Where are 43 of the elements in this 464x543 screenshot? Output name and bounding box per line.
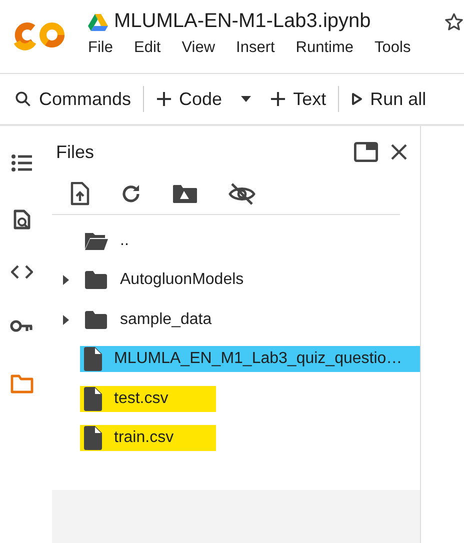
menu-item[interactable]: View	[182, 37, 216, 59]
drive-folder-icon[interactable]	[172, 184, 198, 204]
key-icon[interactable]	[10, 319, 34, 333]
expand-arrow-icon[interactable]	[62, 274, 70, 286]
menu-item[interactable]: Edit	[134, 37, 161, 59]
plus-icon	[270, 91, 286, 107]
menu-item[interactable]: Tools	[374, 37, 411, 59]
star-icon[interactable]	[444, 12, 464, 32]
toolbar-button[interactable]: Run all	[349, 84, 428, 114]
hidden-eye-icon[interactable]	[228, 182, 256, 206]
upload-file-icon[interactable]	[70, 182, 90, 206]
search-icon	[14, 90, 32, 108]
file-name[interactable]: test.csv	[114, 390, 168, 408]
close-icon[interactable]	[390, 143, 408, 161]
window-icon[interactable]	[354, 142, 378, 162]
folder-icon	[84, 270, 108, 290]
menu-item[interactable]: Runtime	[296, 37, 354, 59]
plus-icon	[156, 91, 172, 107]
toolbar-button[interactable]: Code	[154, 84, 224, 114]
panel-title: Files	[56, 142, 94, 162]
folder-name[interactable]: sample_data	[120, 310, 212, 329]
file-name[interactable]: MLUMLA_EN_M1_Lab3_quiz_questio…	[114, 350, 402, 368]
code-icon[interactable]	[11, 264, 33, 280]
folder-name[interactable]: AutogluonModels	[120, 271, 244, 290]
file-icon	[84, 347, 102, 372]
folder-icon	[84, 310, 108, 330]
open-folder-icon	[84, 230, 108, 251]
menu-item[interactable]: File	[88, 37, 113, 59]
menu-item[interactable]: Insert	[236, 37, 275, 59]
file-icon	[84, 426, 102, 450]
refresh-icon[interactable]	[120, 183, 142, 205]
drive-icon	[88, 12, 108, 30]
notebook-title[interactable]: MLUMLA-EN-M1-Lab3.ipynb	[114, 10, 371, 33]
play-icon	[351, 92, 364, 106]
file-icon	[84, 386, 102, 411]
expand-arrow-icon[interactable]	[62, 314, 70, 326]
folder-icon[interactable]	[10, 374, 34, 394]
caret-icon[interactable]	[241, 96, 252, 102]
parent-folder-link[interactable]: ..	[120, 232, 129, 250]
file-name[interactable]: train.csv	[114, 429, 174, 448]
toolbar-button[interactable]: Text	[268, 84, 328, 114]
toolbar-button[interactable]: Commands	[12, 84, 134, 114]
list-icon[interactable]	[11, 154, 33, 172]
